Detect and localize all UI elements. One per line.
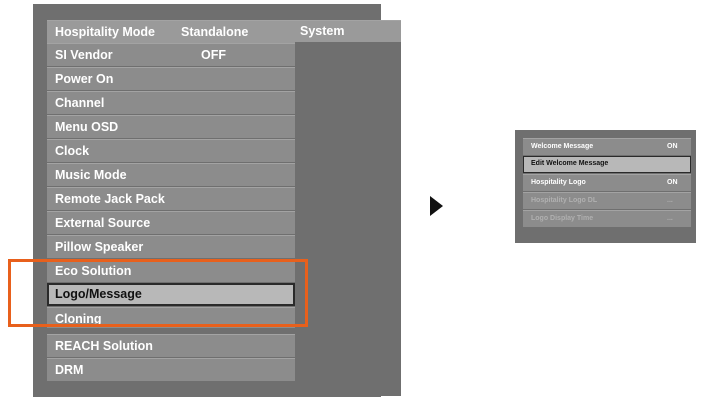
menu-item-menu-osd[interactable]: Menu OSD	[47, 115, 295, 138]
menu-item-label: Remote Jack Pack	[55, 192, 165, 206]
menu-header-label: Hospitality Mode	[55, 25, 156, 39]
menu-item-reach-solution[interactable]: REACH Solution	[47, 334, 295, 357]
submenu-item-hospitality-logo-dl: Hospitality Logo DL ...	[523, 192, 691, 209]
menu-item-drm[interactable]: DRM	[47, 358, 295, 381]
menu-item-cloning[interactable]: Cloning	[47, 307, 295, 328]
menu-item-remote-jack-pack[interactable]: Remote Jack Pack	[47, 187, 295, 210]
menu-header-hospitality-mode[interactable]: Hospitality Mode Standalone	[47, 20, 295, 43]
menu-item-music-mode[interactable]: Music Mode	[47, 163, 295, 186]
menu-item-value: OFF	[201, 48, 226, 62]
menu-item-clock[interactable]: Clock	[47, 139, 295, 162]
system-column-header[interactable]: System	[295, 20, 401, 42]
submenu-item-value: ...	[667, 197, 673, 204]
menu-item-label: Music Mode	[55, 168, 127, 182]
menu-item-si-vendor[interactable]: SI Vendor OFF	[47, 43, 295, 66]
menu-item-label: Menu OSD	[55, 120, 119, 134]
menu-header-value: Standalone	[181, 25, 249, 39]
menu-item-logo-message[interactable]: Logo/Message	[47, 283, 295, 306]
submenu-item-edit-welcome-message[interactable]: Edit Welcome Message	[523, 156, 691, 173]
menu-item-label: Logo/Message	[55, 287, 142, 301]
menu-item-label: Eco Solution	[55, 264, 132, 278]
menu-item-label: Clock	[55, 144, 90, 158]
hospitality-menu-panel: Hospitality Mode Standalone System SI Ve…	[33, 4, 401, 397]
menu-item-power-on[interactable]: Power On	[47, 67, 295, 90]
logo-message-submenu-panel: Welcome Message ON Edit Welcome Message …	[515, 130, 696, 243]
submenu-item-value: ...	[667, 215, 673, 222]
submenu-item-label: Logo Display Time	[531, 215, 594, 222]
menu-item-label: Power On	[55, 72, 114, 86]
menu-item-label: External Source	[55, 216, 151, 230]
submenu-item-label: Hospitality Logo DL	[531, 197, 598, 204]
submenu-item-label: Edit Welcome Message	[531, 160, 609, 167]
submenu-item-value: ON	[667, 179, 678, 186]
menu-item-label: DRM	[55, 363, 84, 377]
menu-item-label: Cloning	[55, 312, 102, 326]
submenu-item-welcome-message[interactable]: Welcome Message ON	[523, 138, 691, 155]
menu-item-pillow-speaker[interactable]: Pillow Speaker	[47, 235, 295, 258]
menu-item-channel[interactable]: Channel	[47, 91, 295, 114]
submenu-item-logo-display-time: Logo Display Time ...	[523, 210, 691, 227]
submenu-item-label: Welcome Message	[531, 143, 594, 150]
menu-item-label: Channel	[55, 96, 105, 110]
menu-item-label: SI Vendor	[55, 48, 113, 62]
triangle-right-icon	[430, 196, 443, 216]
menu-item-label: REACH Solution	[55, 339, 153, 353]
menu-item-label: Pillow Speaker	[55, 240, 144, 254]
submenu-item-value: ON	[667, 143, 678, 150]
system-column-label: System	[300, 24, 345, 38]
menu-item-eco-solution[interactable]: Eco Solution	[47, 259, 295, 282]
submenu-item-hospitality-logo[interactable]: Hospitality Logo ON	[523, 174, 691, 191]
system-column-body	[295, 42, 401, 396]
menu-item-external-source[interactable]: External Source	[47, 211, 295, 234]
submenu-item-label: Hospitality Logo	[531, 179, 586, 186]
